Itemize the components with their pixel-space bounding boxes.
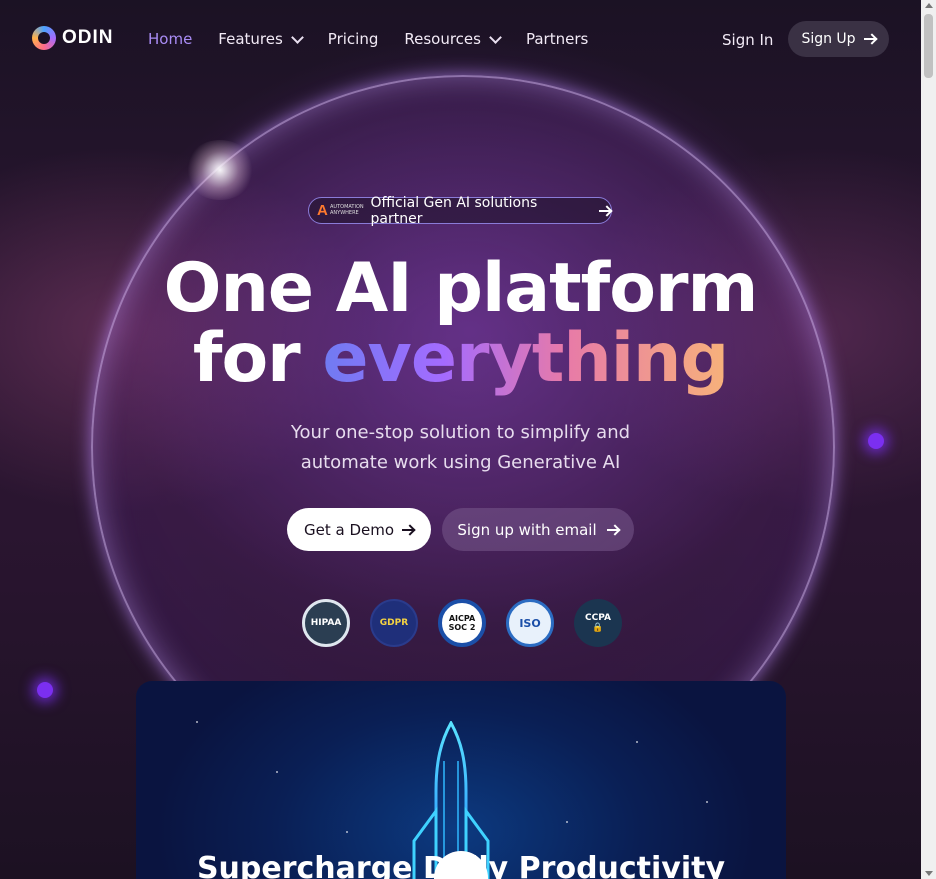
hipaa-badge-icon: HIPAA [302, 599, 350, 647]
page: ODIN Home Features Pricing Resources Par… [0, 0, 921, 879]
scroll-down-arrow-icon[interactable] [925, 871, 933, 876]
chevron-down-icon [489, 30, 502, 44]
nav-pricing-label: Pricing [327, 30, 379, 48]
logo[interactable]: ODIN [32, 26, 114, 50]
subtitle-line-2: automate work using Generative AI [300, 452, 621, 473]
nav-partners-label: Partners [525, 30, 589, 48]
logo-text: ODIN [62, 27, 114, 48]
top-navigation: ODIN Home Features Pricing Resources Par… [0, 0, 921, 78]
ccpa-badge-icon: CCPA 🔒 [574, 599, 622, 647]
sign-up-email-button[interactable]: Sign up with email [442, 508, 634, 551]
video-card[interactable]: Supercharge Daily Productivity [136, 681, 786, 879]
headline-highlight: everything [322, 319, 729, 398]
ccpa-label: CCPA [585, 613, 611, 623]
headline-prefix: for [192, 319, 301, 398]
star [566, 821, 568, 823]
headline-line-1: One AI platform [163, 249, 759, 328]
star [196, 721, 198, 723]
scroll-thumb[interactable] [924, 14, 933, 78]
sign-in-link[interactable]: Sign In [722, 31, 773, 49]
star [636, 741, 638, 743]
arrow-right-icon [863, 33, 876, 45]
gdpr-badge-icon: GDPR [370, 599, 418, 647]
nav-home[interactable]: Home [148, 30, 192, 48]
headline-line-2: for everything [0, 324, 921, 394]
nav-links: Home Features Pricing Resources Partners [148, 30, 614, 48]
nav-resources-label: Resources [404, 30, 481, 48]
sign-up-email-label: Sign up with email [457, 520, 597, 539]
automation-anywhere-logo-text: AUTOMATION ANYWHERE [330, 203, 364, 216]
nav-home-label: Home [148, 30, 193, 48]
bubble-glare [185, 140, 255, 200]
iso-badge-icon: ISO [506, 599, 554, 647]
soc2-badge-icon: AICPA SOC 2 [438, 599, 486, 647]
glow-dot-left [37, 682, 53, 698]
nav-pricing[interactable]: Pricing [328, 30, 379, 48]
chevron-down-icon [290, 30, 304, 44]
gdpr-label: GDPR [379, 618, 409, 628]
subtitle-line-1: Your one-stop solution to simplify and [290, 422, 631, 443]
scrollbar[interactable] [921, 0, 936, 879]
nav-partners[interactable]: Partners [526, 30, 588, 48]
certification-badges: HIPAA GDPR AICPA SOC 2 ISO CCPA 🔒 [302, 599, 622, 647]
get-demo-button[interactable]: Get a Demo [287, 508, 431, 551]
automation-anywhere-a-icon: A [317, 201, 328, 219]
sign-up-label: Sign Up [801, 31, 856, 47]
nav-features-label: Features [218, 30, 283, 48]
arrow-right-icon [599, 205, 611, 217]
nav-resources[interactable]: Resources [404, 30, 502, 48]
star [276, 771, 278, 773]
arrow-right-icon [606, 524, 619, 536]
soc2-top-label: AICPA [448, 614, 476, 623]
partner-badge-text: Official Gen AI solutions partner [370, 194, 538, 227]
iso-label: ISO [519, 616, 541, 630]
scroll-up-arrow-icon[interactable] [925, 3, 933, 8]
lock-icon: 🔒 [592, 623, 604, 633]
sign-up-button[interactable]: Sign Up [788, 21, 889, 57]
odin-logo-icon [32, 26, 56, 50]
nav-features[interactable]: Features [218, 30, 304, 48]
soc2-label: SOC 2 [448, 623, 476, 632]
hipaa-label: HIPAA [310, 618, 342, 628]
partner-badge[interactable]: A AUTOMATION ANYWHERE Official Gen AI so… [308, 194, 612, 227]
arrow-right-icon [402, 524, 414, 536]
star [706, 801, 708, 803]
get-demo-label: Get a Demo [303, 520, 395, 539]
star [346, 831, 348, 833]
automation-anywhere-logo: A AUTOMATION ANYWHERE [317, 201, 364, 220]
